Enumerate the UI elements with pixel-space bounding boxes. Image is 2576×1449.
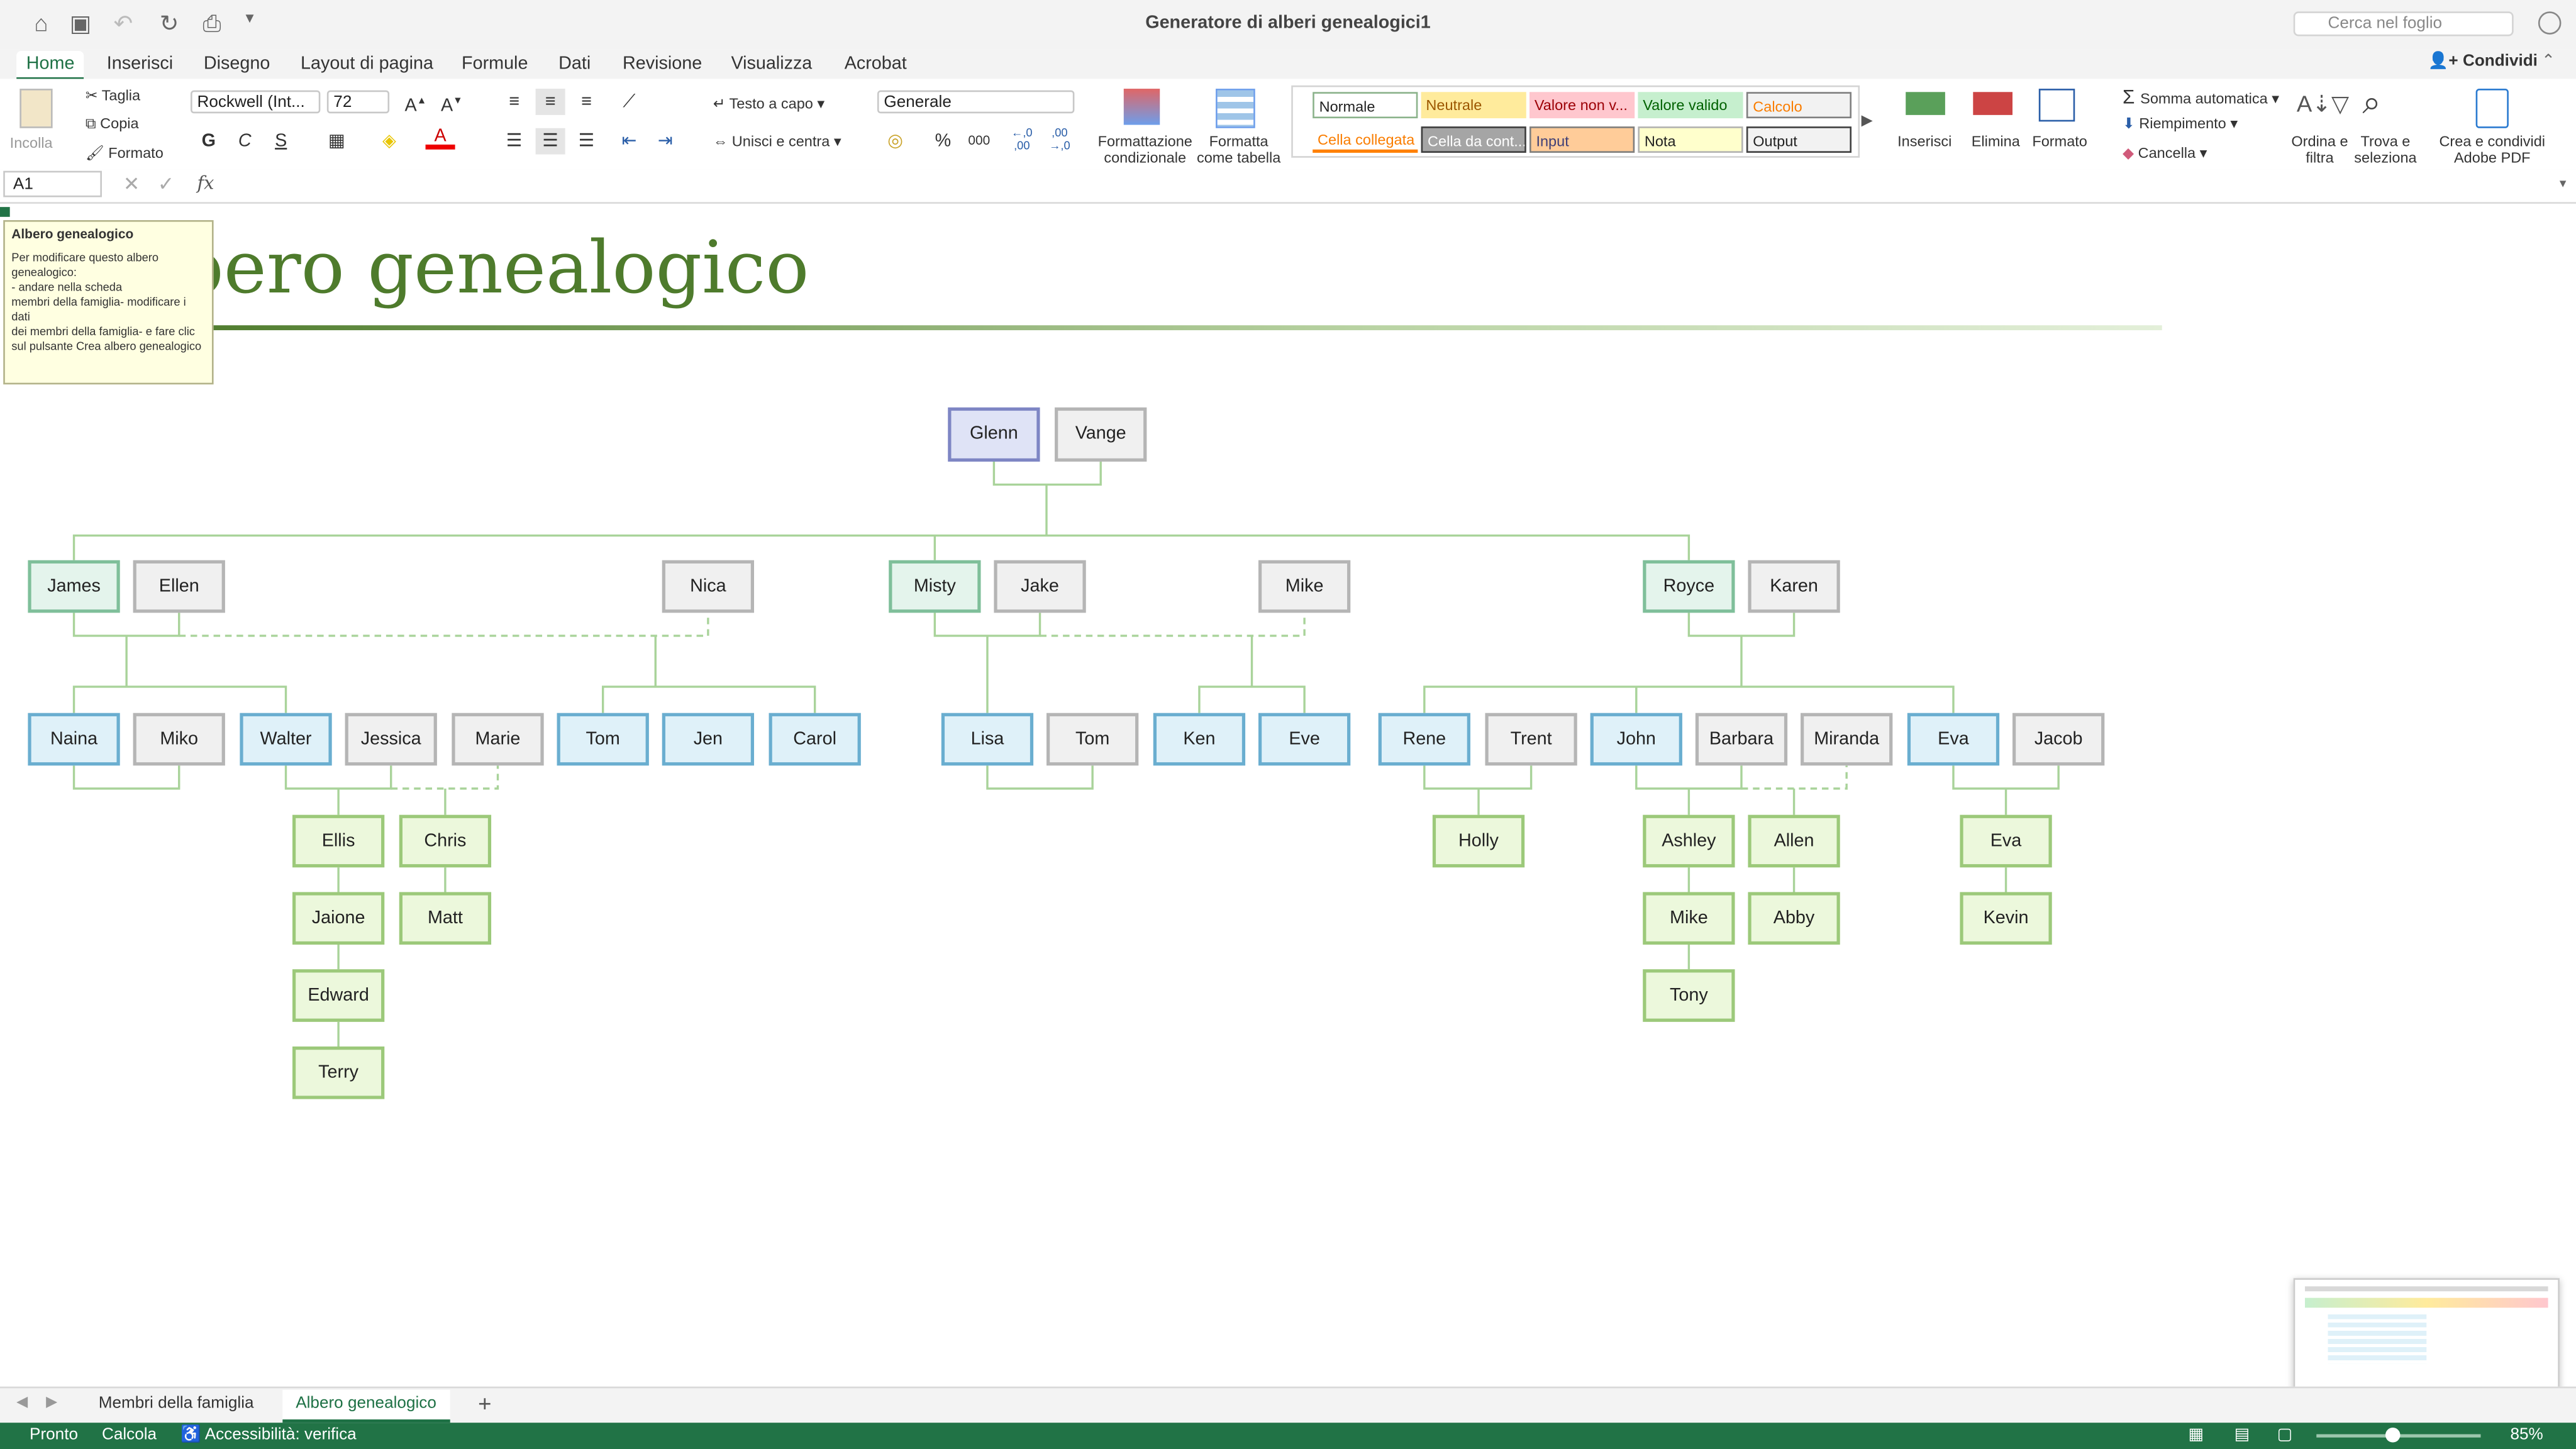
member-marie[interactable]: Marie <box>452 713 544 766</box>
member-ellis[interactable]: Ellis <box>292 814 385 868</box>
status-ready: Pronto <box>30 1426 78 1445</box>
member-walter[interactable]: Walter <box>240 713 332 766</box>
member-chris[interactable]: Chris <box>399 814 492 868</box>
zoom-slider-handle[interactable] <box>2385 1428 2401 1443</box>
member-tom-2[interactable]: Tom <box>1046 713 1139 766</box>
member-lisa[interactable]: Lisa <box>941 713 1034 766</box>
member-misty[interactable]: Misty <box>889 560 981 613</box>
sheet-tab-members[interactable]: Membri della famiglia <box>86 1390 267 1419</box>
member-eve[interactable]: Eve <box>1258 713 1351 766</box>
member-jen[interactable]: Jen <box>662 713 755 766</box>
next-sheet-icon[interactable]: ▶ <box>46 1393 57 1411</box>
member-eva[interactable]: Eva <box>1907 713 2000 766</box>
member-miko[interactable]: Miko <box>133 713 225 766</box>
member-jaione[interactable]: Jaione <box>292 892 385 945</box>
add-sheet-icon[interactable]: + <box>478 1390 491 1416</box>
member-kevin[interactable]: Kevin <box>1960 892 2052 945</box>
member-royce[interactable]: Royce <box>1643 560 1735 613</box>
member-ken[interactable]: Ken <box>1153 713 1246 766</box>
member-edward[interactable]: Edward <box>292 969 385 1022</box>
member-abby[interactable]: Abby <box>1748 892 1840 945</box>
normal-view-icon[interactable]: ▦ <box>2189 1424 2204 1448</box>
member-mike[interactable]: Mike <box>1258 560 1351 613</box>
member-glenn[interactable]: Glenn <box>948 407 1040 462</box>
member-john[interactable]: John <box>1590 713 1682 766</box>
tooltip-heading: Albero genealogico <box>11 226 134 242</box>
member-carol[interactable]: Carol <box>769 713 861 766</box>
status-calculate[interactable]: Calcola <box>102 1424 157 1448</box>
member-ellen[interactable]: Ellen <box>133 560 225 613</box>
member-mike-2[interactable]: Mike <box>1643 892 1735 945</box>
member-allen[interactable]: Allen <box>1748 814 1840 868</box>
member-eva-2[interactable]: Eva <box>1960 814 2052 868</box>
member-jessica[interactable]: Jessica <box>345 713 437 766</box>
page-layout-view-icon[interactable]: ▤ <box>2235 1424 2250 1448</box>
member-jacob[interactable]: Jacob <box>2012 713 2105 766</box>
member-karen[interactable]: Karen <box>1748 560 1840 613</box>
member-jake[interactable]: Jake <box>994 560 1086 613</box>
member-vange[interactable]: Vange <box>1055 407 1147 462</box>
accessibility-status[interactable]: ♿ Accessibilità: verifica <box>180 1424 356 1448</box>
comment-indicator[interactable] <box>0 207 10 217</box>
tooltip-body: Per modificare questo albero genealogico… <box>11 253 202 353</box>
accessibility-label: Accessibilità: verifica <box>204 1426 357 1445</box>
member-ashley[interactable]: Ashley <box>1643 814 1735 868</box>
member-trent[interactable]: Trent <box>1485 713 1577 766</box>
sheet-tab-tree[interactable]: Albero genealogico <box>282 1389 450 1423</box>
member-tom[interactable]: Tom <box>557 713 649 766</box>
accessibility-icon: ♿ <box>180 1426 205 1445</box>
member-miranda[interactable]: Miranda <box>1801 713 1893 766</box>
cell-comment-tooltip: Albero genealogico Per modificare questo … <box>3 220 214 385</box>
member-nica[interactable]: Nica <box>662 560 755 613</box>
prev-sheet-icon[interactable]: ◀ <box>16 1393 28 1411</box>
page-break-view-icon[interactable]: ▢ <box>2277 1424 2293 1448</box>
member-tony[interactable]: Tony <box>1643 969 1735 1022</box>
member-barbara[interactable]: Barbara <box>1695 713 1788 766</box>
member-holly[interactable]: Holly <box>1432 814 1525 868</box>
excel-window: ⌂ ▣ ↶ ↻ ⎙ ▾ Generatore di alberi genealo… <box>0 0 2576 1449</box>
member-terry[interactable]: Terry <box>292 1046 385 1099</box>
member-james[interactable]: James <box>28 560 120 613</box>
zoom-level[interactable]: 85% <box>2511 1424 2543 1448</box>
member-naina[interactable]: Naina <box>28 713 120 766</box>
member-matt[interactable]: Matt <box>399 892 492 945</box>
member-rene[interactable]: Rene <box>1378 713 1470 766</box>
